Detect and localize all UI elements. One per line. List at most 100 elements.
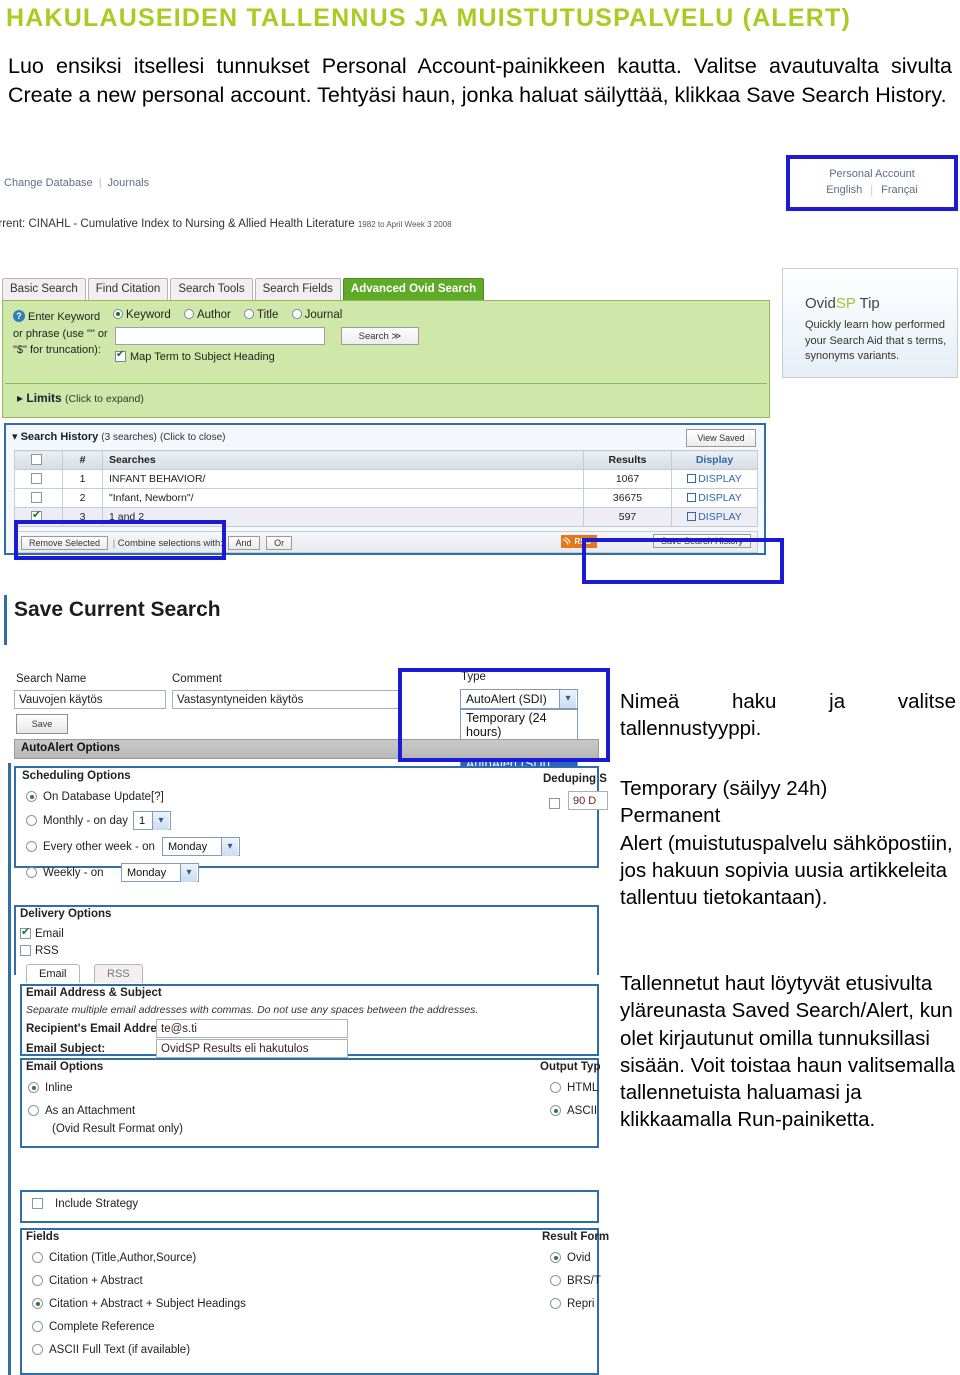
delivery-rss-option[interactable]: RSS [20,945,59,957]
schedule-every-other-week-radio[interactable] [26,841,37,852]
result-format-reprint[interactable]: Repri [550,1298,594,1310]
email-option-attachment[interactable]: As an Attachment [28,1105,135,1117]
field-citation[interactable]: Citation (Title,Author,Source) [32,1252,196,1264]
col-select [14,450,63,470]
radio-author[interactable]: Author [183,309,231,321]
db-prefix: urrent: [0,218,26,230]
result-format-ovid-radio[interactable] [550,1252,561,1263]
combine-or-button[interactable]: Or [266,536,293,550]
current-database-line: urrent: CINAHL - Cumulative Index to Nur… [0,218,452,230]
personal-account-box[interactable]: Personal Account English | Françai [786,155,958,211]
email-option-inline-radio[interactable] [28,1082,39,1093]
search-name-input[interactable] [14,690,166,709]
deduping-checkbox-icon[interactable] [549,798,560,809]
include-strategy-checkbox[interactable] [32,1198,43,1209]
result-format-ovid[interactable]: Ovid [550,1252,591,1264]
display-label: DISPLAY [698,492,742,504]
schedule-weekly[interactable]: Weekly - on [26,867,104,879]
delivery-rss-checkbox[interactable] [20,945,31,956]
row-checkbox[interactable] [31,492,42,503]
schedule-every-other-week[interactable]: Every other week - on [26,841,155,853]
email-subject-input[interactable] [156,1039,348,1058]
table-row: 2 "Infant, Newborn"/ 36675 DISPLAY [14,488,758,508]
result-format-reprint-radio[interactable] [550,1298,561,1309]
view-saved-button[interactable]: View Saved [686,429,756,447]
nav-journals[interactable]: Journals [108,177,150,189]
field-citation-abstract[interactable]: Citation + Abstract [32,1275,143,1287]
email-option-inline[interactable]: Inline [28,1082,73,1094]
tab-email[interactable]: Email [26,964,80,983]
form-left-rule [8,763,11,1375]
row-display-link[interactable]: DISPLAY [671,507,758,527]
tab-rss[interactable]: RSS [94,964,143,983]
output-type-html[interactable]: HTML [550,1082,598,1094]
row-display-link[interactable]: DISPLAY [671,469,758,489]
email-subject-label: Email Subject: [26,1043,106,1055]
label-comment: Comment [172,673,222,685]
field-citation-abstract-subject[interactable]: Citation + Abstract + Subject Headings [32,1298,246,1310]
search-button[interactable]: Search ≫ [341,327,419,345]
output-type-ascii-radio[interactable] [550,1105,561,1116]
email-option-attachment-radio[interactable] [28,1105,39,1116]
lang-english[interactable]: English [826,184,862,196]
radio-keyword-icon [113,309,123,319]
field-citation-abstract-radio[interactable] [32,1275,43,1286]
nav-change-database[interactable]: Change Database [4,177,93,189]
tab-basic-search[interactable]: Basic Search [2,278,86,301]
delivery-email-checkbox[interactable] [20,925,31,939]
field-ascii-full-text-radio[interactable] [32,1344,43,1355]
include-strategy-option[interactable]: Include Strategy [32,1198,138,1210]
limits-row[interactable]: ▸ Limits (Click to expand) [5,383,767,417]
field-citation-abstract-subject-radio[interactable] [32,1298,43,1309]
lang-francais[interactable]: Françai [881,184,918,196]
ovidsp-tip-title: OvidSP Tip [783,269,957,312]
tab-search-fields[interactable]: Search Fields [254,278,341,301]
radio-journal[interactable]: Journal [291,309,342,321]
search-query-input[interactable] [115,327,325,345]
help-icon[interactable]: ? [13,310,25,322]
radio-title[interactable]: Title [244,309,278,321]
search-history-header[interactable]: ▾ Search History (3 searches) (Click to … [6,425,764,447]
tab-find-citation[interactable]: Find Citation [87,278,169,301]
personal-account-link[interactable]: Personal Account [829,167,915,183]
radio-keyword[interactable]: Keyword [113,309,171,321]
weekly-day-select[interactable]: Monday [121,863,199,882]
result-format-ovid-label: Ovid [567,1252,591,1264]
schedule-weekly-radio[interactable] [26,867,37,878]
row-display-link[interactable]: DISPLAY [671,488,758,508]
highlight-selected-row [14,520,226,560]
result-format-brs-radio[interactable] [550,1275,561,1286]
recipient-email-input[interactable] [156,1019,348,1038]
schedule-on-db-update[interactable]: On Database Update[?] [26,791,164,803]
row-checkbox-cell[interactable] [14,469,63,489]
save-button[interactable]: Save [16,714,68,734]
every-other-week-day-select[interactable]: Monday [162,837,240,856]
schedule-on-db-update-radio[interactable] [26,791,37,802]
delivery-email-option[interactable]: Email [20,925,64,940]
field-complete-reference-radio[interactable] [32,1321,43,1332]
field-citation-abstract-label: Citation + Abstract [49,1275,143,1287]
comment-input[interactable] [172,690,399,709]
output-type-html-radio[interactable] [550,1082,561,1093]
row-checkbox[interactable] [31,473,42,484]
deduping-days-input[interactable]: 90 D [568,791,608,810]
field-complete-reference[interactable]: Complete Reference [32,1321,154,1333]
schedule-monthly-radio[interactable] [26,815,37,826]
output-type-ascii[interactable]: ASCII [550,1105,597,1117]
combine-and-button[interactable]: And [227,536,260,550]
col-results: Results [583,450,672,470]
field-ascii-full-text[interactable]: ASCII Full Text (if available) [32,1344,190,1356]
deduping-checkbox[interactable] [549,794,564,812]
field-citation-abstract-subject-label: Citation + Abstract + Subject Headings [49,1298,246,1310]
lang-divider: | [870,184,874,196]
map-term-checkbox[interactable] [115,349,126,362]
tab-advanced-ovid-search[interactable]: Advanced Ovid Search [342,278,485,301]
tab-search-tools[interactable]: Search Tools [170,278,253,301]
select-all-checkbox[interactable] [31,454,42,465]
monthly-day-select[interactable]: 1 [133,811,171,830]
field-citation-radio[interactable] [32,1252,43,1263]
row-checkbox-cell[interactable] [14,488,63,508]
result-format-brs[interactable]: BRS/T [550,1275,601,1287]
map-term-row[interactable]: Map Term to Subject Heading [115,349,275,363]
schedule-monthly[interactable]: Monthly - on day [26,815,128,827]
